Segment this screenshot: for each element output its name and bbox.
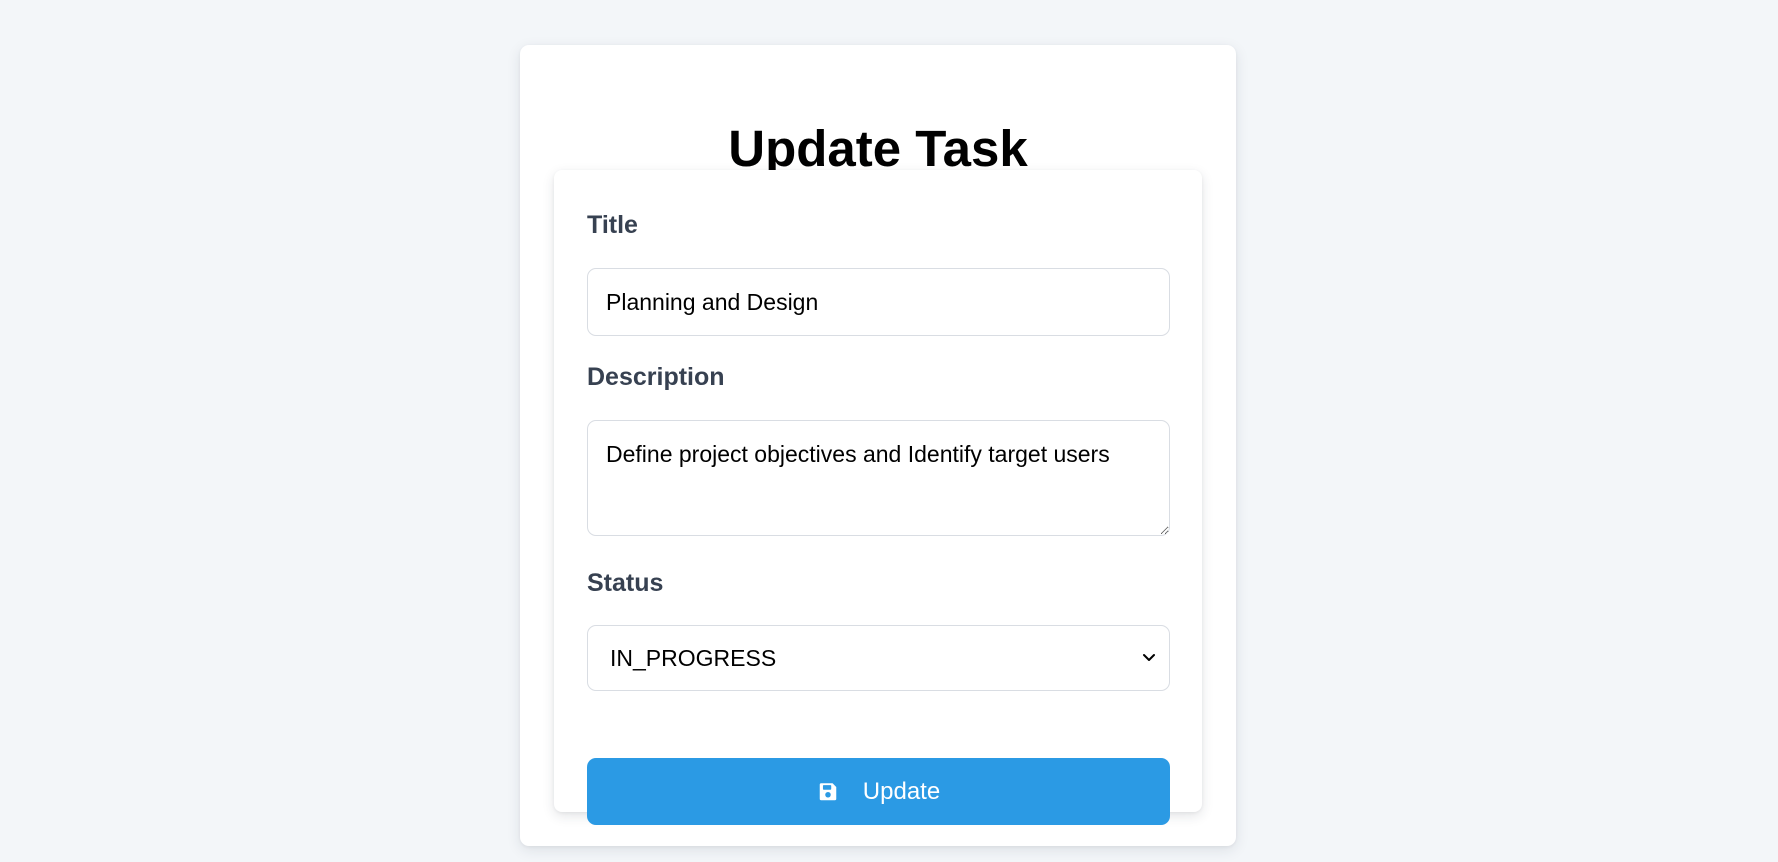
- save-icon: [819, 782, 837, 800]
- status-select[interactable]: IN_PROGRESS: [587, 625, 1170, 691]
- description-textarea[interactable]: Define project objectives and Identify t…: [587, 420, 1170, 536]
- update-button-label: Update: [862, 777, 941, 805]
- update-button[interactable]: Update: [587, 758, 1170, 825]
- title-label: Title: [587, 211, 638, 239]
- status-label: Status: [587, 569, 664, 597]
- task-form: Title Description Define project objecti…: [554, 170, 1202, 825]
- chevron-down-icon: [1143, 654, 1155, 661]
- description-label: Description: [587, 363, 725, 391]
- status-select-value: IN_PROGRESS: [610, 645, 777, 671]
- update-task-card: Update Task Title Description Define pro…: [520, 45, 1236, 846]
- title-input[interactable]: [587, 268, 1170, 336]
